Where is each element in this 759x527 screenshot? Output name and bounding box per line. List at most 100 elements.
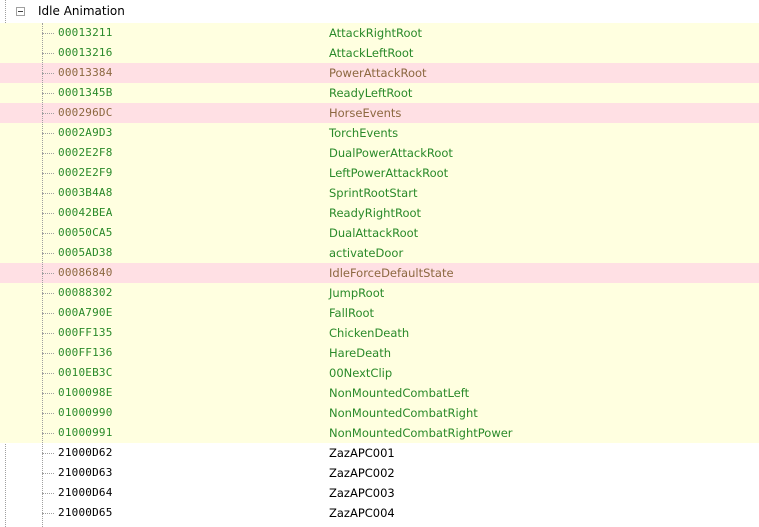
tree-branch-line bbox=[42, 433, 54, 434]
tree-row[interactable]: 21000D65 ZazAPC004 bbox=[0, 503, 759, 523]
editor-id: FallRoot bbox=[329, 306, 375, 320]
editor-id: ReadyRightRoot bbox=[329, 206, 422, 220]
tree-row[interactable]: 0100098E NonMountedCombatLeft bbox=[0, 383, 759, 403]
form-id: 01000990 bbox=[58, 406, 113, 419]
editor-id: HareDeath bbox=[329, 346, 392, 360]
editor-id: DualPowerAttackRoot bbox=[329, 146, 453, 160]
tree-row[interactable]: 000A790E FallRoot bbox=[0, 303, 759, 323]
tree-branch-line bbox=[42, 473, 54, 474]
tree-row[interactable]: 00088302 JumpRoot bbox=[0, 283, 759, 303]
tree-guide-line bbox=[42, 23, 43, 527]
tree-row[interactable]: 21000D63 ZazAPC002 bbox=[0, 463, 759, 483]
form-id: 0010EB3C bbox=[58, 366, 113, 379]
editor-id: AttackLeftRoot bbox=[329, 46, 414, 60]
form-id: 21000D62 bbox=[58, 446, 113, 459]
tree-branch-line bbox=[42, 33, 54, 34]
tree-row[interactable]: 00050CA5 DualAttackRoot bbox=[0, 223, 759, 243]
form-id: 000A790E bbox=[58, 306, 113, 319]
editor-id: NonMountedCombatRight bbox=[329, 406, 478, 420]
form-id: 0005AD38 bbox=[58, 246, 113, 259]
form-id: 0002E2F8 bbox=[58, 146, 113, 159]
form-id: 00086840 bbox=[58, 266, 113, 279]
form-id: 01000991 bbox=[58, 426, 113, 439]
editor-id: HorseEvents bbox=[329, 106, 402, 120]
tree-row[interactable]: 000FF135 ChickenDeath bbox=[0, 323, 759, 343]
tree-branch-line bbox=[42, 193, 54, 194]
tree-row[interactable]: 21000D62 ZazAPC001 bbox=[0, 443, 759, 463]
tree-branch-line bbox=[42, 453, 54, 454]
editor-id: IdleForceDefaultState bbox=[329, 266, 454, 280]
tree-branch-line bbox=[42, 293, 54, 294]
form-id: 0001345B bbox=[58, 86, 113, 99]
editor-id: NonMountedCombatLeft bbox=[329, 386, 470, 400]
editor-id: LeftPowerAttackRoot bbox=[329, 166, 449, 180]
editor-id: SprintRootStart bbox=[329, 186, 418, 200]
form-id: 0002E2F9 bbox=[58, 166, 113, 179]
form-id: 000FF135 bbox=[58, 326, 113, 339]
tree-row[interactable]: 00013216 AttackLeftRoot bbox=[0, 43, 759, 63]
tree-branch-line bbox=[42, 93, 54, 94]
tree-branch-line bbox=[42, 253, 54, 254]
form-id: 21000D63 bbox=[58, 466, 113, 479]
record-tree: Idle Animation 00013211 AttackRightRoot 00… bbox=[0, 0, 759, 527]
minus-box-icon[interactable] bbox=[16, 7, 25, 16]
editor-id: ZazAPC003 bbox=[329, 486, 395, 500]
tree-branch-line bbox=[42, 153, 54, 154]
editor-id: JumpRoot bbox=[329, 286, 385, 300]
form-id: 000FF136 bbox=[58, 346, 113, 359]
editor-id: PowerAttackRoot bbox=[329, 66, 427, 80]
tree-branch-line bbox=[42, 353, 54, 354]
form-id: 00088302 bbox=[58, 286, 113, 299]
tree-row[interactable]: 01000990 NonMountedCombatRight bbox=[0, 403, 759, 423]
tree-row[interactable]: 00013384 PowerAttackRoot bbox=[0, 63, 759, 83]
group-label: Idle Animation bbox=[38, 4, 125, 18]
tree-row[interactable]: 0003B4A8 SprintRootStart bbox=[0, 183, 759, 203]
tree-branch-line bbox=[42, 413, 54, 414]
tree-row[interactable]: 00013211 AttackRightRoot bbox=[0, 23, 759, 43]
form-id: 00042BEA bbox=[58, 206, 113, 219]
tree-branch-line bbox=[42, 73, 54, 74]
tree-row[interactable]: 000FF136 HareDeath bbox=[0, 343, 759, 363]
tree-row[interactable]: 00042BEA ReadyRightRoot bbox=[0, 203, 759, 223]
tree-branch-line bbox=[42, 493, 54, 494]
tree-branch-line bbox=[42, 273, 54, 274]
tree-row[interactable]: 0002E2F9 LeftPowerAttackRoot bbox=[0, 163, 759, 183]
tree-branch-line bbox=[42, 313, 54, 314]
editor-id: 00NextClip bbox=[329, 366, 393, 380]
tree-row[interactable]: 21000D64 ZazAPC003 bbox=[0, 483, 759, 503]
editor-id: NonMountedCombatRightPower bbox=[329, 426, 513, 440]
form-id: 00013384 bbox=[58, 66, 113, 79]
form-id: 0002A9D3 bbox=[58, 126, 113, 139]
editor-id: TorchEvents bbox=[329, 126, 399, 140]
form-id: 21000D65 bbox=[58, 506, 113, 519]
editor-id: ReadyLeftRoot bbox=[329, 86, 413, 100]
tree-branch-line bbox=[42, 233, 54, 234]
form-id: 0003B4A8 bbox=[58, 186, 113, 199]
tree-branch-line bbox=[42, 373, 54, 374]
tree-row[interactable]: 000296DC HorseEvents bbox=[0, 103, 759, 123]
tree-row[interactable]: 00086840 IdleForceDefaultState bbox=[0, 263, 759, 283]
tree-group-idle-animation[interactable]: Idle Animation bbox=[0, 0, 759, 23]
editor-id: ChickenDeath bbox=[329, 326, 410, 340]
editor-id: AttackRightRoot bbox=[329, 26, 423, 40]
tree-row[interactable]: 01000991 NonMountedCombatRightPower bbox=[0, 423, 759, 443]
form-id: 00013211 bbox=[58, 26, 113, 39]
form-id: 00050CA5 bbox=[58, 226, 113, 239]
tree-branch-line bbox=[42, 133, 54, 134]
tree-row[interactable]: 0002A9D3 TorchEvents bbox=[0, 123, 759, 143]
tree-branch-line bbox=[42, 393, 54, 394]
editor-id: DualAttackRoot bbox=[329, 226, 419, 240]
form-id: 00013216 bbox=[58, 46, 113, 59]
tree-row[interactable]: 0010EB3C 00NextClip bbox=[0, 363, 759, 383]
editor-id: ZazAPC001 bbox=[329, 446, 395, 460]
tree-branch-line bbox=[42, 513, 54, 514]
form-id: 000296DC bbox=[58, 106, 113, 119]
editor-id: ZazAPC002 bbox=[329, 466, 395, 480]
tree-row[interactable]: 0001345B ReadyLeftRoot bbox=[0, 83, 759, 103]
tree-row[interactable]: 0002E2F8 DualPowerAttackRoot bbox=[0, 143, 759, 163]
editor-id: ZazAPC004 bbox=[329, 506, 395, 520]
tree-row[interactable]: 0005AD38 activateDoor bbox=[0, 243, 759, 263]
tree-branch-line bbox=[42, 53, 54, 54]
form-id: 0100098E bbox=[58, 386, 113, 399]
tree-branch-line bbox=[42, 213, 54, 214]
